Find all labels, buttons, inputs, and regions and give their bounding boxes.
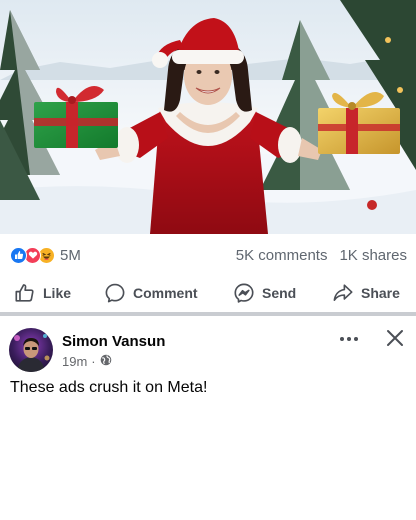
comment-meta: 19m · [62,354,112,369]
avatar[interactable] [9,328,53,372]
send-button[interactable]: Send [233,282,296,304]
thumbs-up-icon [14,282,36,304]
comments-count-link[interactable]: 5K comments [236,247,328,264]
share-label: Share [361,285,400,301]
dot [340,337,344,341]
dot [347,337,351,341]
comment-label: Comment [133,285,198,301]
comment-button[interactable]: Comment [104,282,198,304]
like-icon [10,246,27,264]
share-button[interactable]: Share [332,282,400,304]
send-label: Send [262,285,297,301]
reactions-count[interactable]: 5M [60,247,81,264]
comment-header: Simon Vansun 19m · [0,316,416,376]
reactions-summary-row: 5M 5K comments 1K shares [0,236,416,274]
messenger-icon [233,282,255,304]
like-button[interactable]: Like [14,282,71,304]
close-icon [384,330,406,353]
share-arrow-icon [332,282,354,304]
comment-author-name[interactable]: Simon Vansun [62,333,165,350]
close-button[interactable] [384,327,406,349]
dot [354,337,358,341]
comment-body: These ads crush it on Meta! [10,379,208,396]
more-options-button[interactable] [336,330,362,348]
comment-bubble-icon [104,282,126,304]
like-label: Like [43,285,72,301]
comment-timestamp[interactable]: 19m [62,354,87,369]
reaction-icons[interactable] [10,246,55,264]
globe-icon [100,354,112,369]
post-image[interactable] [0,0,416,234]
meta-separator: · [91,354,96,369]
shares-count-link[interactable]: 1K shares [339,247,407,264]
post-actions-bar: Like Comment Send Share [0,274,416,312]
